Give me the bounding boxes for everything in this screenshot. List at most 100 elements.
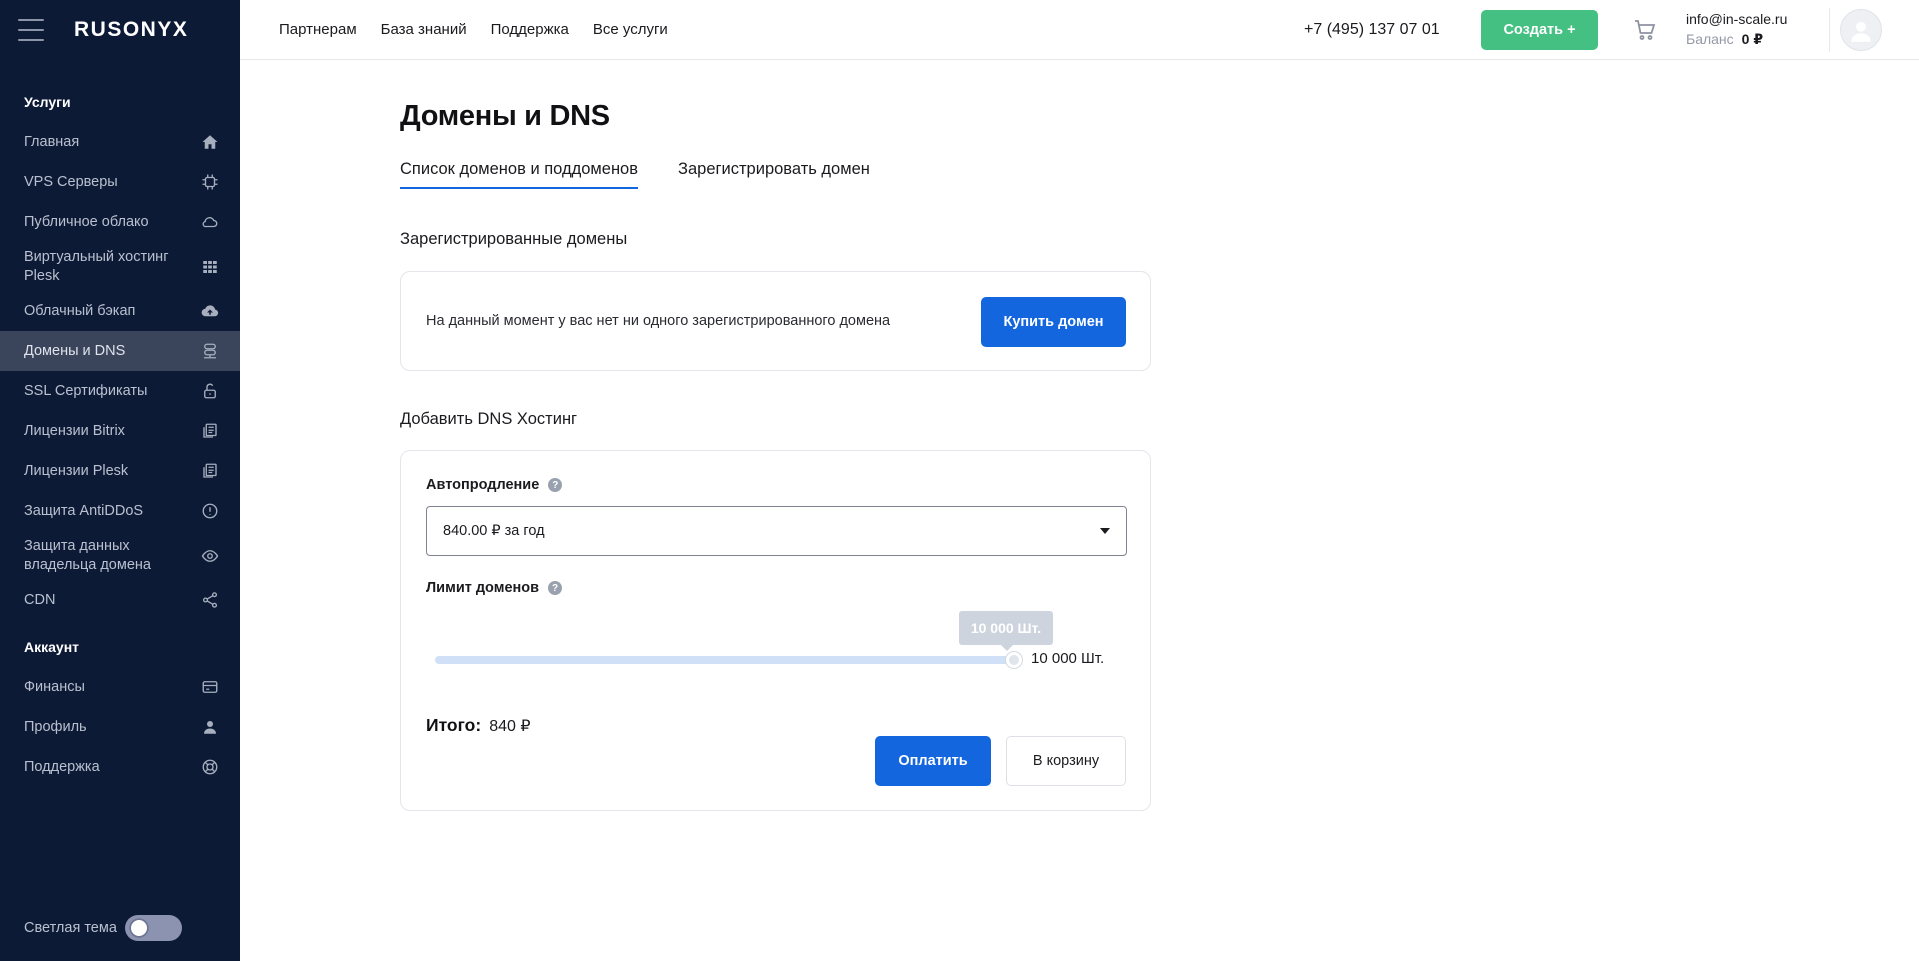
sidebar-item-antiddos[interactable]: Защита AntiDDoS (0, 491, 240, 531)
buy-domain-button[interactable]: Купить домен (981, 297, 1126, 347)
toggle-knob (128, 918, 149, 938)
sidebar-item-bitrix[interactable]: Лицензии Bitrix (0, 411, 240, 451)
sidebar-section-services: Услуги (24, 94, 71, 110)
sidebar-item-label: Облачный бэкап (24, 303, 136, 319)
balance-label: Баланс (1686, 31, 1734, 47)
nav-knowledge-base[interactable]: База знаний (381, 21, 467, 38)
sidebar-item-label: VPS Серверы (24, 174, 118, 190)
card-icon (200, 677, 220, 697)
sidebar-item-profile[interactable]: Профиль (0, 707, 240, 747)
sidebar-item-public-cloud[interactable]: Публичное облако (0, 202, 240, 242)
slider-value: 10 000 Шт. (1031, 650, 1105, 667)
nav-support[interactable]: Поддержка (491, 21, 569, 38)
user-icon (200, 717, 220, 737)
slider-thumb[interactable] (1006, 652, 1022, 668)
tabs: Список доменов и поддоменов Зарегистриро… (400, 160, 870, 189)
user-icon (1851, 21, 1871, 42)
dns-hosting-card: Автопродление ? 840.00 ₽ за год Лимит до… (400, 450, 1151, 811)
autorenew-select[interactable]: 840.00 ₽ за год (426, 506, 1127, 556)
create-button[interactable]: Создать + (1481, 10, 1598, 50)
autorenew-value: 840.00 ₽ за год (443, 523, 545, 539)
sidebar-item-whois-protection[interactable]: Защита данных владельца домена (0, 531, 240, 580)
nav-all-services[interactable]: Все услуги (593, 21, 668, 38)
balance-value: 0 ₽ (1741, 31, 1764, 47)
limit-label-row: Лимит доменов ? (426, 580, 563, 596)
limit-label: Лимит доменов (426, 580, 540, 596)
sidebar-item-label: Защита данных владельца домена (24, 537, 151, 573)
sidebar-item-label: Лицензии Bitrix (24, 423, 125, 439)
autorenew-label: Автопродление (426, 477, 540, 493)
sidebar-item-label: Главная (24, 134, 80, 150)
share-icon (200, 590, 220, 610)
total-row: Итого: 840 ₽ (426, 715, 531, 736)
cloud-icon (200, 212, 220, 232)
account-email: info@in-scale.ru (1686, 11, 1788, 27)
page-title: Домены и DNS (400, 100, 610, 132)
domain-limit-slider: 10 000 Шт. 10 000 Шт. (435, 611, 1135, 671)
sidebar-item-plesk[interactable]: Лицензии Plesk (0, 451, 240, 491)
sidebar-item-label: Виртуальный хостинг Plesk (24, 248, 169, 284)
theme-toggle[interactable] (124, 915, 182, 941)
sidebar-item-home[interactable]: Главная (0, 122, 240, 162)
caret-down-icon (1100, 528, 1110, 534)
registered-domains-title: Зарегистрированные домены (400, 230, 628, 248)
pay-button[interactable]: Оплатить (875, 736, 991, 786)
divider (1829, 8, 1830, 52)
sidebar-item-label: Лицензии Plesk (24, 463, 129, 479)
sidebar-item-label: Домены и DNS (24, 343, 126, 359)
sidebar-item-cdn[interactable]: CDN (0, 580, 240, 620)
license-icon (200, 461, 220, 481)
balance-row: Баланс 0 ₽ (1686, 31, 1787, 48)
cpu-icon (200, 172, 220, 192)
nav-partners[interactable]: Партнерам (279, 21, 357, 38)
logo[interactable]: RUSONYX (74, 18, 188, 42)
sidebar-item-label: Профиль (24, 719, 87, 735)
autorenew-label-row: Автопродление ? (426, 477, 563, 493)
avatar[interactable] (1840, 9, 1882, 51)
grid-icon (200, 257, 220, 277)
sidebar-item-label: CDN (24, 592, 56, 608)
sidebar-item-support[interactable]: Поддержка (0, 747, 240, 787)
registered-domains-card: На данный момент у вас нет ни одного зар… (400, 271, 1151, 371)
total-value: 840 ₽ (489, 718, 531, 735)
top-nav: Партнерам База знаний Поддержка Все услу… (279, 0, 668, 59)
alert-circle-icon (200, 501, 220, 521)
sidebar-item-vps[interactable]: VPS Серверы (0, 162, 240, 202)
sidebar-item-label: Публичное облако (24, 214, 149, 230)
sidebar-item-ssl[interactable]: SSL Сертификаты (0, 371, 240, 411)
sidebar-item-cloud-backup[interactable]: Облачный бэкап (0, 291, 240, 331)
slider-fill (435, 656, 1014, 664)
sidebar-item-label: Защита AntiDDoS (24, 503, 144, 519)
sidebar: RUSONYX Услуги Главная VPS Серверы Публи… (0, 0, 240, 961)
add-to-cart-button[interactable]: В корзину (1006, 736, 1126, 786)
topbar: Партнерам База знаний Поддержка Все услу… (240, 0, 1919, 60)
lifebuoy-icon (200, 757, 220, 777)
slider-track[interactable] (435, 656, 1014, 664)
home-icon (200, 132, 220, 152)
empty-domains-message: На данный момент у вас нет ни одного зар… (426, 313, 891, 329)
sidebar-item-finance[interactable]: Финансы (0, 667, 240, 707)
sidebar-item-domains-dns[interactable]: Домены и DNS (0, 331, 240, 371)
account-info[interactable]: info@in-scale.ru Баланс 0 ₽ (1686, 11, 1787, 48)
sidebar-item-label: SSL Сертификаты (24, 383, 148, 399)
menu-icon[interactable] (18, 18, 44, 41)
sidebar-item-virtual-hosting[interactable]: Виртуальный хостинг Plesk (0, 242, 240, 291)
lock-icon (200, 381, 220, 401)
phone-number[interactable]: +7 (495) 137 07 01 (1304, 0, 1440, 59)
sidebar-item-label: Финансы (24, 679, 85, 695)
sidebar-header: RUSONYX (0, 0, 240, 59)
sidebar-section-account: Аккаунт (24, 639, 80, 655)
theme-label: Светлая тема (24, 920, 117, 936)
total-label: Итого: (426, 715, 482, 735)
help-icon[interactable]: ? (548, 478, 563, 492)
license-icon (200, 421, 220, 441)
tab-domain-list[interactable]: Список доменов и поддоменов (400, 160, 639, 189)
dns-icon (200, 341, 220, 361)
slider-tooltip: 10 000 Шт. (959, 611, 1053, 651)
help-icon[interactable]: ? (548, 581, 563, 595)
cloud-upload-icon (200, 301, 220, 321)
eye-icon (200, 546, 220, 566)
cart-icon[interactable] (1633, 18, 1657, 42)
tab-register-domain[interactable]: Зарегистрировать домен (678, 160, 870, 189)
theme-switcher: Светлая тема (24, 915, 182, 941)
